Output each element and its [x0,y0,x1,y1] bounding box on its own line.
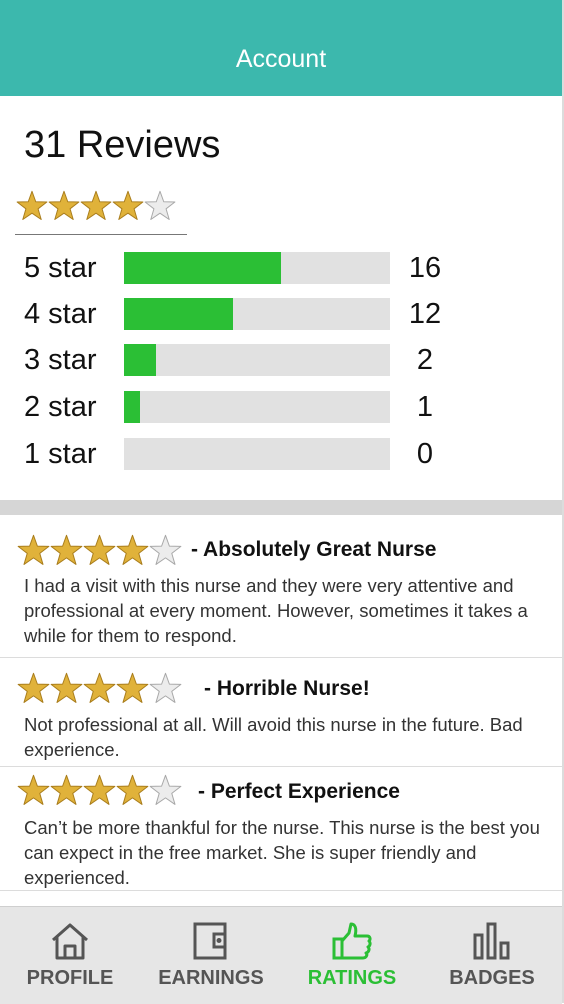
thumbs-up-icon [331,921,373,966]
section-separator [0,500,562,515]
star-filled-icon [80,190,112,220]
review-rating-stars [17,672,182,705]
rating-bar-fill [124,252,281,284]
review-body: Can’t be more thankful for the nurse. Th… [24,817,540,888]
review-body: I had a visit with this nurse and they w… [24,575,528,646]
page-title: Account [235,44,327,73]
average-rating-stars [16,190,176,222]
star-empty-icon [149,672,182,703]
star-filled-icon [16,190,48,220]
star-filled-icon [17,672,50,703]
review-title: - Perfect Experience [198,780,400,803]
rating-row-count: 0 [416,438,434,470]
rating-row-label: 1 star [24,438,97,470]
rating-row-count: 1 [416,391,434,423]
rating-row-label: 2 star [24,391,97,423]
rating-row-label: 4 star [24,298,97,330]
star-filled-icon [116,534,149,565]
review-title: - Absolutely Great Nurse [191,538,437,561]
star-filled-icon [83,774,116,805]
star-filled-icon [17,534,50,565]
rating-row-3: 3 star 2 [0,344,562,376]
star-filled-icon [83,672,116,703]
summary-divider [15,234,187,235]
review-rating-stars [17,774,182,807]
tab-label: EARNINGS [158,967,264,989]
rating-row-count: 16 [408,252,442,284]
rating-bar-track [124,298,390,330]
rating-row-count: 12 [408,298,442,330]
star-filled-icon [50,774,83,805]
star-empty-icon [144,190,176,220]
rating-row-count: 2 [416,344,434,376]
tab-badges[interactable]: BADGES [422,907,562,1004]
tab-label: RATINGS [307,967,397,989]
reviews-count-title: 31 Reviews [24,124,221,166]
review-rating-stars [17,534,182,567]
wallet-icon [190,921,232,966]
rating-bar-track [124,438,390,470]
rating-row-4: 4 star 12 [0,298,562,330]
star-filled-icon [50,534,83,565]
tab-earnings[interactable]: EARNINGS [141,907,281,1004]
star-filled-icon [83,534,116,565]
star-empty-icon [149,774,182,805]
star-filled-icon [116,774,149,805]
rating-row-1: 1 star 0 [0,438,562,470]
rating-bar-track [124,391,390,423]
star-empty-icon [149,534,182,565]
star-filled-icon [116,672,149,703]
bar-chart-icon [471,921,513,966]
home-icon [49,921,91,966]
review-card[interactable]: - Perfect Experience Can’t be more thank… [0,767,562,891]
rating-bar-track [124,252,390,284]
star-filled-icon [17,774,50,805]
tab-profile[interactable]: PROFILE [0,907,140,1004]
rating-bar-fill [124,344,156,376]
rating-row-2: 2 star 1 [0,391,562,423]
rating-row-label: 5 star [24,252,97,284]
tab-ratings[interactable]: RATINGS [282,907,422,1004]
review-card[interactable]: - Horrible Nurse! Not professional at al… [0,658,562,767]
star-filled-icon [48,190,80,220]
bottom-tab-bar: PROFILE EARNINGS RATINGS BADGES [0,906,562,1004]
star-filled-icon [112,190,144,220]
app-header: Account [0,0,562,96]
rating-bar-fill [124,391,140,423]
tab-label: BADGES [449,967,535,989]
rating-bar-fill [124,298,234,330]
review-body: Not professional at all. Will avoid this… [24,714,523,760]
review-title: - Horrible Nurse! [204,677,370,700]
rating-bar-track [124,344,390,376]
rating-row-label: 3 star [24,344,97,376]
star-filled-icon [50,672,83,703]
rating-row-5: 5 star 16 [0,252,562,284]
tab-label: PROFILE [26,967,114,989]
review-card[interactable]: - Absolutely Great Nurse I had a visit w… [0,516,562,658]
